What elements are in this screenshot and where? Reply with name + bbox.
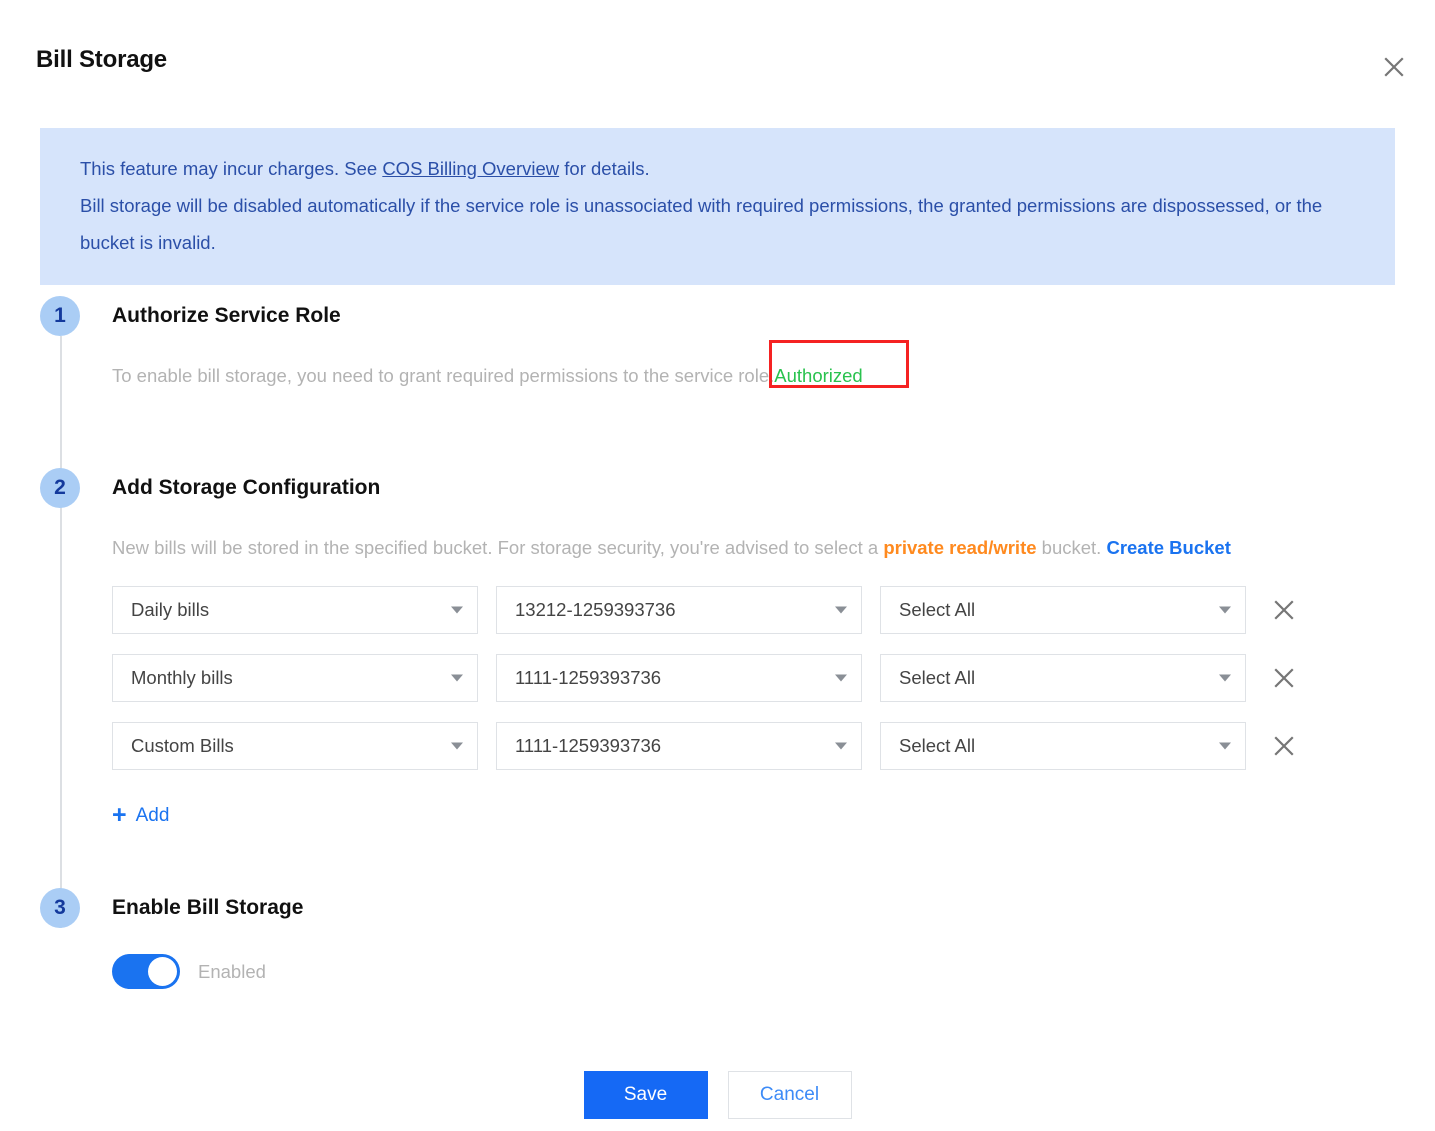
bucket-value: 1111-1259393736 (515, 667, 662, 688)
chevron-down-icon (1219, 742, 1231, 750)
info-banner: This feature may incur charges. See COS … (40, 128, 1395, 285)
dialog-footer: Save Cancel (0, 1071, 1435, 1119)
step-1-description: To enable bill storage, you need to gran… (112, 340, 1400, 390)
chevron-down-icon (835, 742, 847, 750)
chevron-down-icon (451, 674, 463, 682)
banner-line-1-suffix: for details. (559, 158, 650, 179)
bucket-value: 13212-1259393736 (515, 599, 676, 620)
bill-type-value: Monthly bills (131, 667, 233, 688)
scope-value: Select All (899, 599, 976, 620)
cancel-button[interactable]: Cancel (727, 1071, 852, 1119)
banner-line-2: Bill storage will be disabled automatica… (80, 195, 1323, 253)
scope-select[interactable]: Select All (880, 654, 1246, 702)
step-2-title: Add Storage Configuration (112, 476, 381, 499)
scope-select[interactable]: Select All (880, 722, 1246, 770)
config-row: Daily bills 13212-1259393736 Select All (112, 586, 1400, 634)
config-row: Monthly bills 1111-1259393736 Select All (112, 654, 1400, 702)
banner-line-1: This feature may incur charges. See COS … (80, 150, 1355, 187)
add-configuration-button[interactable]: + Add (112, 803, 169, 828)
bucket-value: 1111-1259393736 (515, 735, 662, 756)
close-icon[interactable] (1377, 50, 1411, 84)
banner-line-1-prefix: This feature may incur charges. See (80, 158, 383, 179)
chevron-down-icon (451, 606, 463, 614)
steps-container: 1 Authorize Service Role To enable bill … (40, 296, 1400, 1008)
delete-row-icon[interactable] (1270, 732, 1298, 760)
step-connector-line (59, 508, 62, 928)
authorized-status-wrap: Authorized (769, 340, 910, 390)
step-1-title: Authorize Service Role (112, 304, 341, 327)
chevron-down-icon (835, 606, 847, 614)
step-1-description-text: To enable bill storage, you need to gran… (112, 365, 775, 386)
delete-row-icon[interactable] (1270, 596, 1298, 624)
plus-icon: + (112, 801, 127, 829)
bill-storage-toggle[interactable] (112, 954, 180, 989)
step-add-storage-configuration: 2 Add Storage Configuration New bills wi… (40, 468, 1400, 928)
bucket-select[interactable]: 1111-1259393736 (496, 654, 862, 702)
private-read-write-highlight: private read/write (883, 537, 1037, 558)
bill-type-select[interactable]: Daily bills (112, 586, 478, 634)
chevron-down-icon (1219, 606, 1231, 614)
cos-billing-overview-link[interactable]: COS Billing Overview (382, 158, 559, 179)
authorized-status[interactable]: Authorized (774, 365, 862, 386)
step-badge-2: 2 (40, 468, 80, 508)
step-badge-1: 1 (40, 296, 80, 336)
page-title: Bill Storage (36, 46, 167, 73)
chevron-down-icon (835, 674, 847, 682)
chevron-down-icon (451, 742, 463, 750)
bill-type-value: Daily bills (131, 599, 210, 620)
bucket-select[interactable]: 1111-1259393736 (496, 722, 862, 770)
bill-type-value: Custom Bills (131, 735, 234, 756)
bucket-select[interactable]: 13212-1259393736 (496, 586, 862, 634)
create-bucket-link[interactable]: Create Bucket (1106, 537, 1230, 558)
chevron-down-icon (1219, 674, 1231, 682)
step-enable-bill-storage: 3 Enable Bill Storage Enabled (40, 888, 1400, 1008)
scope-select[interactable]: Select All (880, 586, 1246, 634)
step-authorize-service-role: 1 Authorize Service Role To enable bill … (40, 296, 1400, 508)
add-configuration-label: Add (135, 804, 170, 826)
delete-row-icon[interactable] (1270, 664, 1298, 692)
toggle-knob (148, 957, 177, 986)
scope-value: Select All (899, 735, 976, 756)
step-badge-3: 3 (40, 888, 80, 928)
step-2-description-suffix: bucket. (1036, 537, 1107, 558)
storage-configuration-rows: Daily bills 13212-1259393736 Select All (112, 586, 1400, 828)
toggle-state-label: Enabled (198, 960, 266, 982)
save-button[interactable]: Save (583, 1071, 708, 1119)
enable-bill-storage-row: Enabled (112, 954, 1400, 989)
bill-type-select[interactable]: Custom Bills (112, 722, 478, 770)
step-2-description-prefix: New bills will be stored in the specifie… (112, 537, 884, 558)
scope-value: Select All (899, 667, 976, 688)
step-3-title: Enable Bill Storage (112, 896, 304, 919)
step-2-description: New bills will be stored in the specifie… (112, 534, 1400, 562)
bill-type-select[interactable]: Monthly bills (112, 654, 478, 702)
config-row: Custom Bills 1111-1259393736 Select All (112, 722, 1400, 770)
